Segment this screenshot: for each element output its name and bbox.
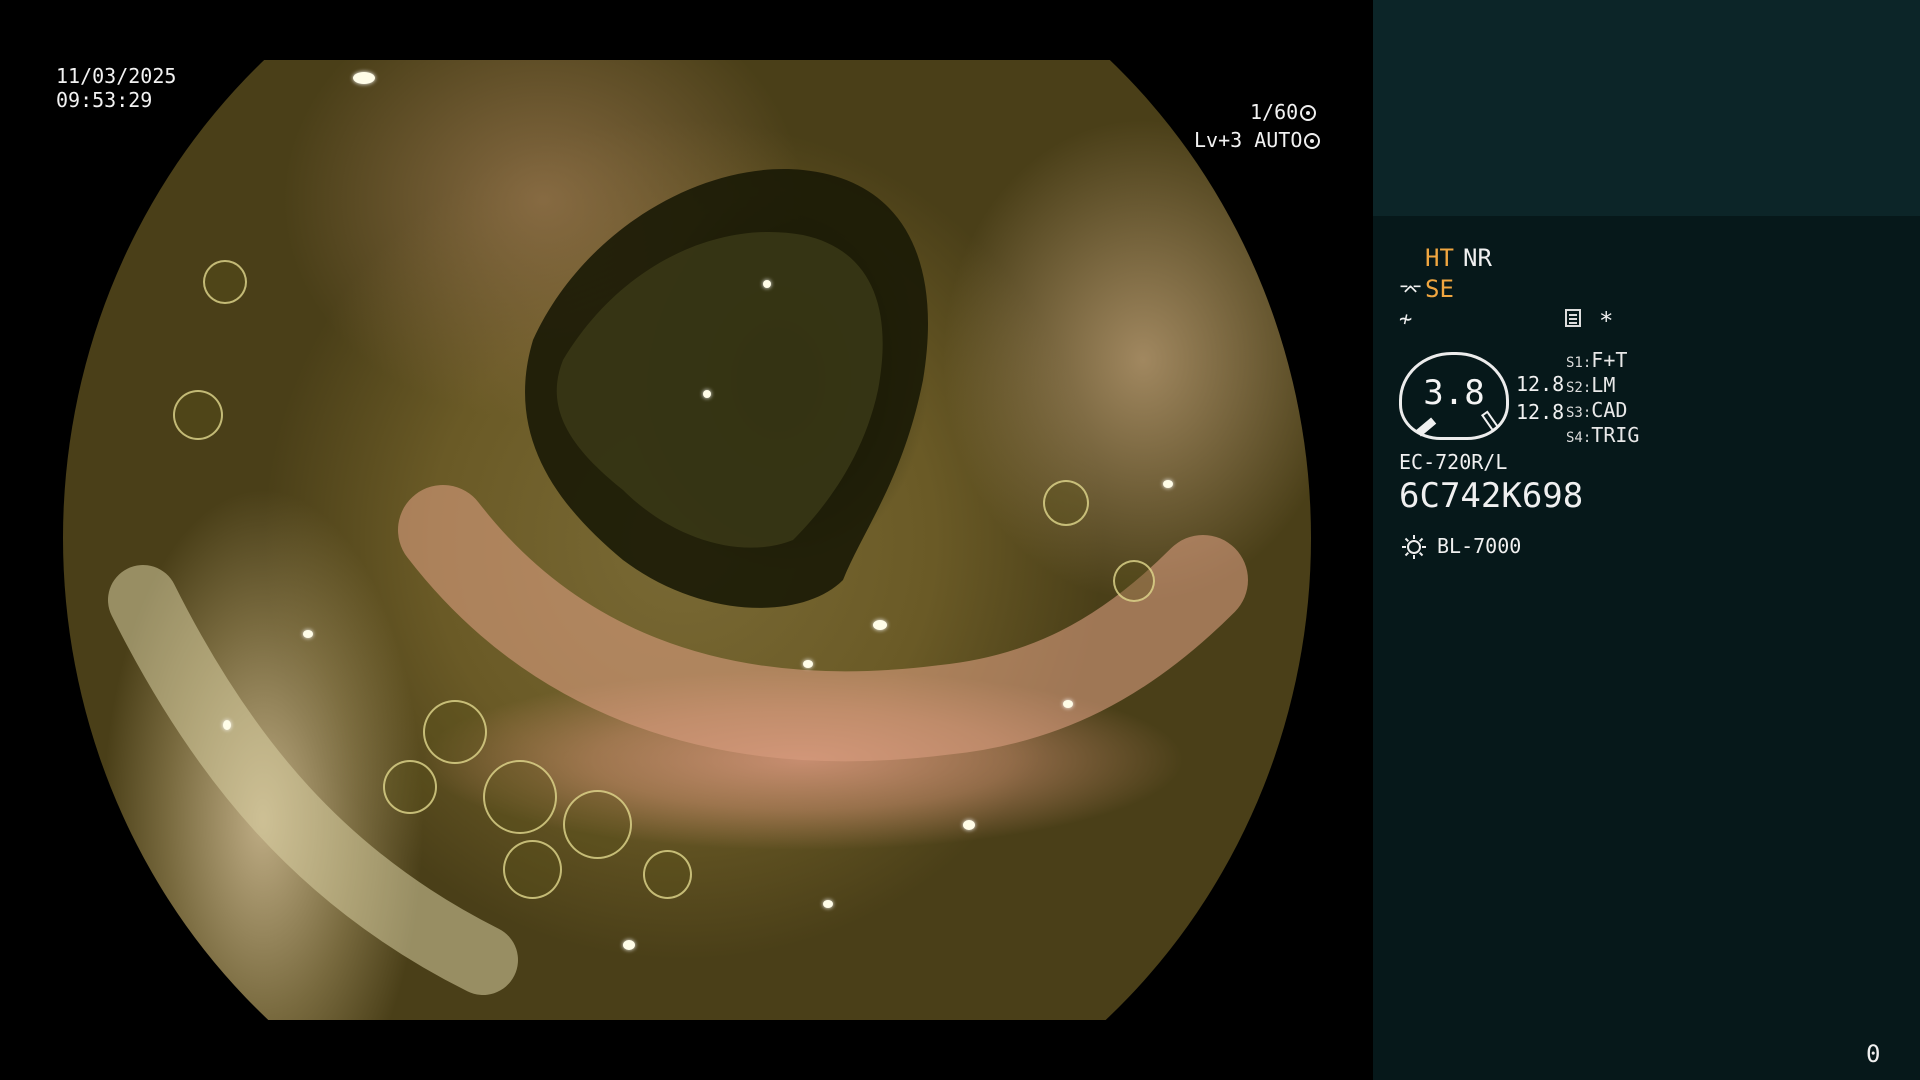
structure-enhance-icon: ≁ xyxy=(1399,307,1413,332)
value-readout-2: 12.8 xyxy=(1516,400,1565,424)
date-text: 11/03/2025 xyxy=(56,64,177,88)
scope-serial-number: 6C742K698 xyxy=(1399,476,1584,516)
switch-value: LM xyxy=(1591,373,1616,397)
mode-nr-label: NR xyxy=(1463,244,1492,272)
switch-assignment-3: S3:CAD xyxy=(1566,398,1627,425)
dial-indicator-left xyxy=(1415,417,1437,437)
mode-ht-label: HT xyxy=(1425,244,1454,272)
iris-icon xyxy=(1304,133,1321,149)
shutter-readout: 1/60 xyxy=(1250,100,1317,124)
value-readout-1: 12.8 xyxy=(1516,372,1565,396)
star-marker: * xyxy=(1599,307,1614,335)
scope-bend-icon: ⌤ xyxy=(1399,278,1423,302)
dial-gauge: 3.8 xyxy=(1399,352,1509,440)
memo-icon xyxy=(1565,309,1581,327)
endoscope-video-area: 11/03/2025 09:53:29 1/60 Lv+3 AUTO xyxy=(0,0,1373,1080)
info-panel-header-block xyxy=(1373,0,1920,216)
time-text: 09:53:29 xyxy=(56,88,153,112)
switch-key: S2: xyxy=(1566,380,1592,396)
switch-key: S3: xyxy=(1566,405,1592,421)
switch-key: S4: xyxy=(1566,430,1592,446)
scope-model: EC-720R/L xyxy=(1399,450,1508,474)
dial-indicator-right xyxy=(1480,410,1500,432)
light-source-model: BL-7000 xyxy=(1437,534,1522,558)
date-time-readout: 11/03/2025 09:53:29 xyxy=(56,64,176,112)
dial-value: 3.8 xyxy=(1423,373,1485,413)
endoscopic-image xyxy=(63,60,1311,1020)
level-text: Lv+3 AUTO xyxy=(1194,128,1303,152)
switch-assignment-2: S2:LM xyxy=(1566,373,1615,400)
mode-se-label: SE xyxy=(1425,275,1454,303)
switch-value: F+T xyxy=(1591,348,1628,372)
switch-assignment-1: S1:F+T xyxy=(1566,348,1627,375)
level-readout: Lv+3 AUTO xyxy=(1194,128,1321,152)
switch-value: TRIG xyxy=(1591,423,1640,447)
switch-value: CAD xyxy=(1591,398,1628,422)
shutter-text: 1/60 xyxy=(1250,100,1299,124)
frame-counter: 0 xyxy=(1866,1040,1881,1068)
switch-assignment-4: S4:TRIG xyxy=(1566,423,1639,450)
info-panel: HT NR ⌤ SE ≁ * 3.8 12.8 12.8 S1:F+T S2:L… xyxy=(1373,0,1920,1080)
switch-key: S1: xyxy=(1566,355,1592,371)
aperture-icon xyxy=(1300,105,1317,121)
light-source-icon xyxy=(1402,535,1426,559)
